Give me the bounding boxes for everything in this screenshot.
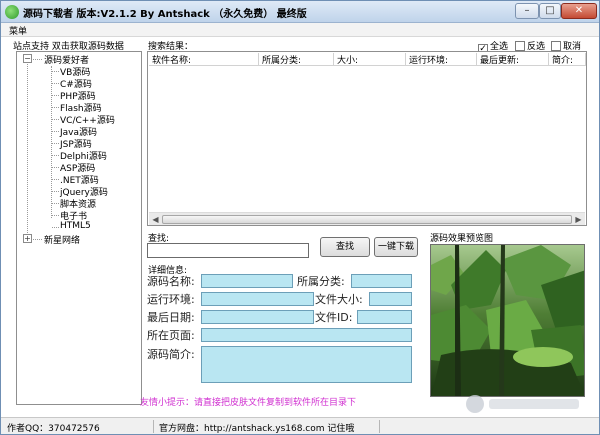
column-header-name[interactable]: 软件名称: bbox=[149, 53, 259, 66]
tree-line bbox=[52, 83, 59, 84]
fileid-field[interactable] bbox=[357, 310, 412, 324]
tree-line bbox=[52, 71, 59, 72]
tree-line bbox=[52, 215, 59, 216]
title-bar[interactable]: 源码下载者 版本:V2.1.2 By Antshack （永久免费） 最终版 –… bbox=[1, 1, 599, 23]
search-input[interactable] bbox=[147, 243, 309, 258]
minimize-button[interactable]: – bbox=[515, 3, 539, 19]
tree-line bbox=[52, 143, 59, 144]
checkbox-icon[interactable] bbox=[515, 41, 525, 51]
intro-label: 源码简介: bbox=[147, 348, 195, 361]
env-label: 运行环境: bbox=[147, 293, 195, 306]
status-divider bbox=[153, 420, 154, 433]
tree-line bbox=[52, 155, 59, 156]
size-field[interactable] bbox=[369, 292, 412, 306]
category-label: 所属分类: bbox=[297, 275, 345, 288]
search-button[interactable]: 查找 bbox=[320, 237, 370, 257]
horizontal-scrollbar[interactable]: ◀ ▶ bbox=[149, 212, 585, 225]
env-field[interactable] bbox=[201, 292, 314, 306]
updated-field[interactable] bbox=[201, 310, 314, 324]
tree-line bbox=[52, 191, 59, 192]
column-header-env[interactable]: 运行环境: bbox=[406, 53, 477, 66]
official-site: 官方网盘：http://antshack.ys168.com 记住哦 bbox=[159, 424, 355, 434]
expand-icon[interactable]: + bbox=[23, 234, 32, 243]
name-field[interactable] bbox=[201, 274, 293, 288]
tree-line bbox=[52, 167, 59, 168]
close-button[interactable]: ✕ bbox=[561, 3, 597, 19]
app-logo-icon bbox=[5, 5, 19, 19]
download-all-button[interactable]: 一键下载 bbox=[374, 237, 418, 257]
tree-line bbox=[52, 131, 59, 132]
size-label: 文件大小: bbox=[315, 293, 363, 306]
tree-line bbox=[33, 239, 42, 240]
collapse-icon[interactable]: − bbox=[23, 54, 32, 63]
tree-line bbox=[52, 119, 59, 120]
tree-line bbox=[52, 179, 59, 180]
updated-label: 最后日期: bbox=[147, 311, 195, 324]
tree-line bbox=[52, 203, 59, 204]
column-header-size[interactable]: 大小: bbox=[334, 53, 406, 66]
intro-field[interactable] bbox=[201, 346, 412, 383]
tree-item[interactable]: HTML5 bbox=[60, 221, 91, 231]
tree-line bbox=[52, 107, 59, 108]
menu-bar: 菜单 bbox=[1, 23, 599, 37]
window-title: 源码下载者 版本:V2.1.2 By Antshack （永久免费） 最终版 bbox=[23, 9, 307, 20]
category-field[interactable] bbox=[351, 274, 412, 288]
column-header-updated[interactable]: 最后更新: bbox=[477, 53, 549, 66]
tree-line bbox=[52, 227, 59, 228]
forest-preview-picture bbox=[431, 245, 584, 396]
preview-label: 源码效果预览图 bbox=[430, 234, 494, 244]
author-qq: 作者QQ：370472576 bbox=[7, 424, 100, 434]
scroll-thumb[interactable] bbox=[162, 215, 572, 224]
column-header-category[interactable]: 所属分类: bbox=[259, 53, 334, 66]
tree-root-xinxing[interactable]: 新星网络 bbox=[44, 233, 80, 246]
results-table[interactable]: 软件名称: 所属分类: 大小: 运行环境: 最后更新: 简介: ◀ ▶ bbox=[147, 51, 587, 226]
page-label: 所在页面: bbox=[147, 329, 195, 342]
main-window: 源码下载者 版本:V2.1.2 By Antshack （永久免费） 最终版 –… bbox=[0, 0, 600, 435]
tree-line bbox=[52, 95, 59, 96]
site-tree[interactable]: − 源码爱好者 VB源码 C#源码 PHP源码 Flash源码 VC/C++源码 Java… bbox=[16, 51, 142, 405]
fileid-label: 文件ID: bbox=[315, 311, 353, 324]
tree-line bbox=[51, 66, 52, 218]
tree-line bbox=[33, 59, 42, 60]
status-divider bbox=[379, 420, 380, 433]
column-header-intro[interactable]: 简介: bbox=[549, 53, 586, 66]
menu-item-main[interactable]: 菜单 bbox=[9, 24, 27, 37]
friendly-tip: 友情小提示：请直接把皮肤文件复制到软件所在目录下 bbox=[140, 398, 357, 408]
preview-image bbox=[430, 244, 585, 397]
name-label: 源码名称: bbox=[147, 275, 195, 288]
checkbox-icon[interactable] bbox=[551, 41, 561, 51]
scroll-right-icon[interactable]: ▶ bbox=[573, 214, 584, 225]
watermark-logo bbox=[466, 395, 579, 413]
scroll-left-icon[interactable]: ◀ bbox=[150, 214, 161, 225]
page-field[interactable] bbox=[201, 328, 412, 342]
status-bar: 作者QQ：370472576 官方网盘：http://antshack.ys16… bbox=[1, 417, 599, 434]
maximize-button[interactable]: □ bbox=[539, 3, 561, 19]
tree-line bbox=[27, 62, 28, 239]
